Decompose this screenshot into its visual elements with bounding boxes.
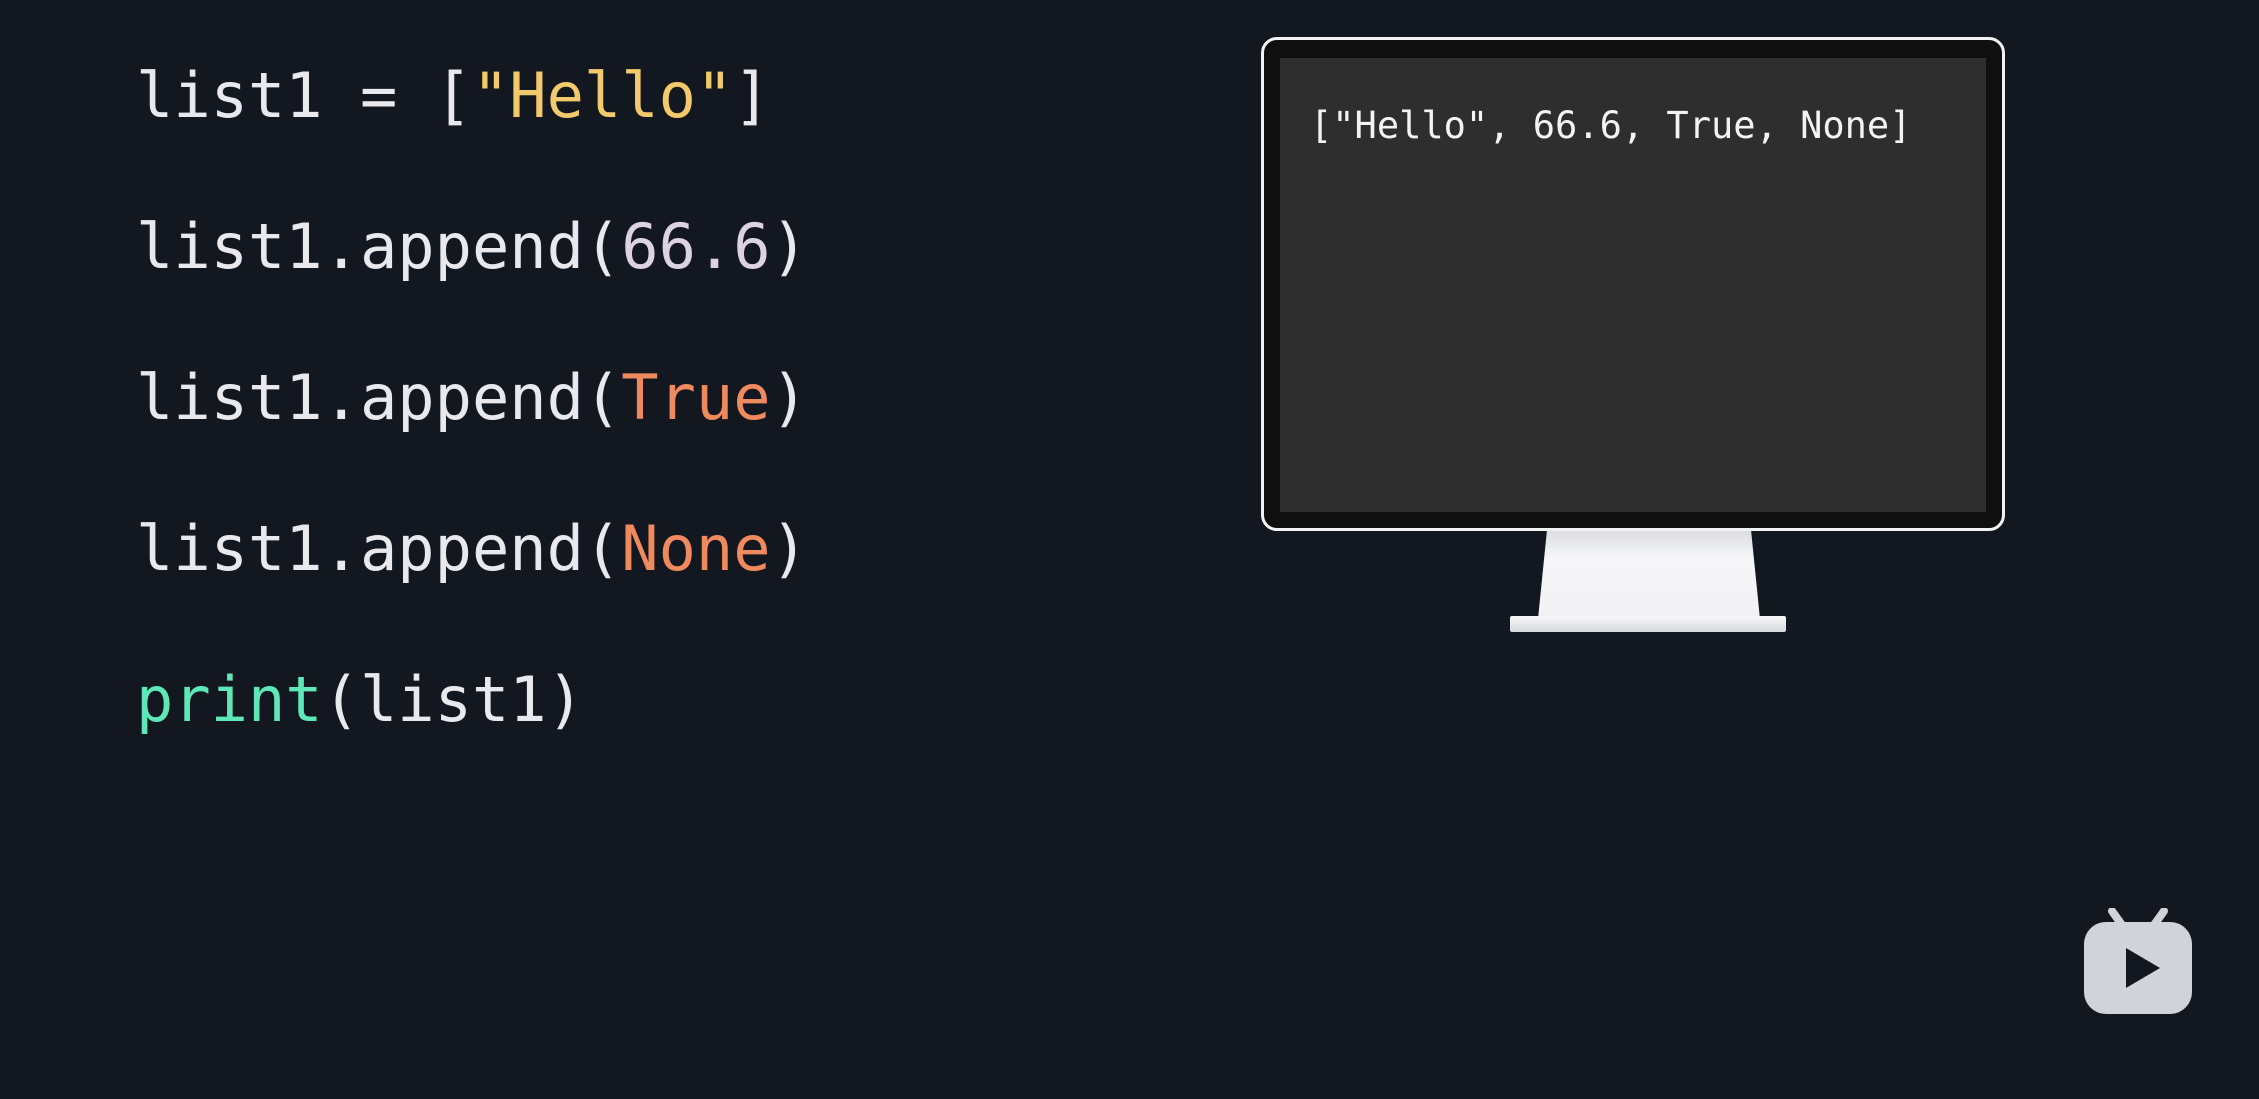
code-token: list1.append( — [136, 512, 622, 585]
monitor-stand-base — [1510, 616, 1786, 632]
code-token: list1.append( — [136, 210, 622, 283]
code-token-keyword: None — [621, 512, 771, 585]
tv-play-icon — [2084, 908, 2192, 1014]
code-line-2: list1.append(66.6) — [136, 209, 808, 285]
code-token: ] — [733, 59, 771, 132]
code-token: list1.append( — [136, 361, 622, 434]
monitor-frame: ["Hello", 66.6, True, None] — [1261, 37, 2005, 531]
code-token: list1 = [ — [136, 59, 472, 132]
code-token-builtin: print — [136, 663, 323, 736]
code-token-number: 66.6 — [621, 210, 771, 283]
console-output: ["Hello", 66.6, True, None] — [1310, 104, 1912, 147]
code-token: (list1) — [322, 663, 584, 736]
code-line-5: print(list1) — [136, 662, 584, 738]
code-token-keyword: True — [621, 361, 771, 434]
code-line-3: list1.append(True) — [136, 360, 808, 436]
code-line-1: list1 = ["Hello"] — [136, 58, 771, 134]
code-token: ) — [770, 361, 808, 434]
monitor-stand — [1538, 531, 1760, 619]
monitor-screen: ["Hello", 66.6, True, None] — [1280, 58, 1986, 512]
code-token-string: "Hello" — [471, 59, 734, 132]
code-token: ) — [770, 512, 808, 585]
code-token: ) — [770, 210, 808, 283]
code-line-4: list1.append(None) — [136, 511, 808, 587]
